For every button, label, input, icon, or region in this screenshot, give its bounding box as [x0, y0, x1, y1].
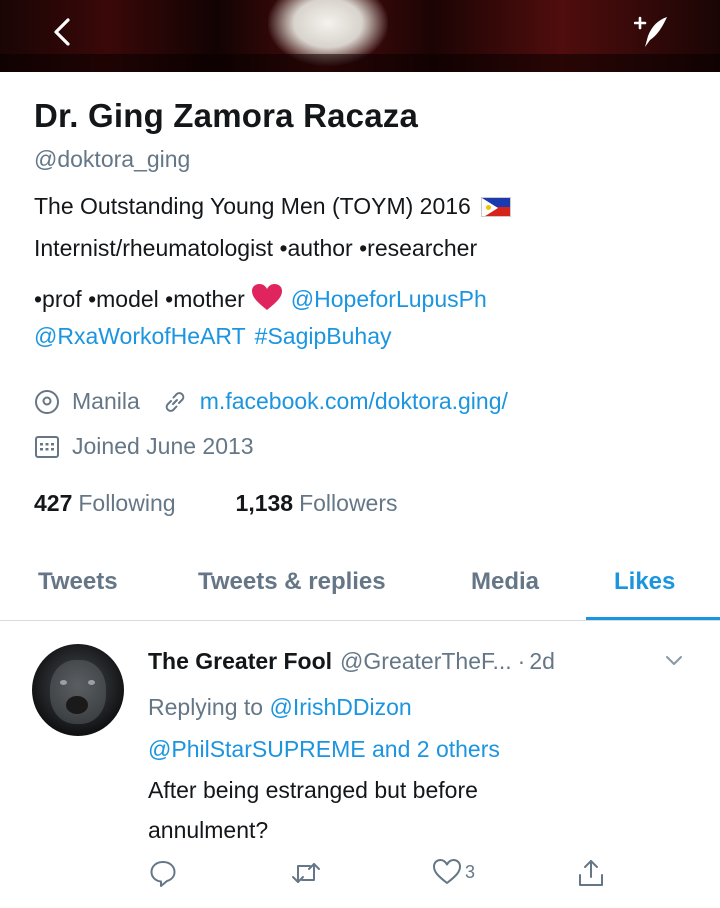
bio-line-3: •prof •model •mother @HopeforLupusPh [34, 283, 487, 315]
tab-likes[interactable]: Likes [614, 568, 675, 596]
divider [0, 620, 720, 621]
reply-icon [150, 861, 176, 887]
profile-joined-row: Joined June 2013 [34, 433, 254, 460]
bio-line-2: Internist/rheumatologist •author •resear… [34, 237, 477, 260]
avatar[interactable] [32, 644, 124, 736]
tweet-card[interactable]: The Greater Fool @GreaterTheF... · 2d Re… [0, 626, 720, 908]
tweet-author-handle[interactable]: @GreaterTheF... [340, 648, 512, 675]
reply-mention-link[interactable]: @PhilStarSUPREME [148, 736, 366, 762]
chevron-down-icon [666, 656, 682, 665]
back-button[interactable] [42, 12, 82, 52]
followers-stat[interactable]: 1,138 Followers [236, 490, 398, 517]
profile-website-link[interactable]: m.facebook.com/doktora.ging/ [200, 388, 508, 415]
bio-text: The Outstanding Young Men (TOYM) 2016 [34, 193, 471, 219]
share-icon [579, 860, 603, 886]
tweet-header: The Greater Fool @GreaterTheF... · 2d [148, 648, 555, 675]
chevron-left-icon [54, 18, 70, 46]
bio-mention-link[interactable]: @RxaWorkofHeART [34, 325, 246, 348]
profile-banner [0, 0, 720, 72]
reply-mention-link[interactable]: @IrishDDizon [269, 694, 411, 720]
reply-button[interactable] [148, 858, 178, 888]
replying-prefix: Replying to [148, 694, 264, 720]
like-count: 3 [465, 861, 476, 882]
tweet-text-line: After being estranged but before [148, 777, 478, 803]
red-heart-icon [251, 283, 283, 315]
bio-mention-link[interactable]: @HopeforLupusPh [291, 287, 487, 311]
tweet-menu-button[interactable] [665, 654, 683, 672]
bio-text: •prof •model •mother [34, 285, 245, 312]
tweet-author-name[interactable]: The Greater Fool [148, 648, 332, 675]
profile-tabs: Tweets Tweets & replies Media Likes [0, 555, 720, 625]
bio-hashtag-link[interactable]: #SagipBuhay [255, 325, 392, 348]
tweet-actions: 3 [0, 858, 720, 898]
followers-count: 1,138 [235, 490, 294, 516]
tweet-text: After being estranged but before annulme… [148, 770, 688, 850]
calendar-icon [34, 434, 60, 460]
banner-shade [0, 54, 720, 72]
bio-line-1: The Outstanding Young Men (TOYM) 2016 [34, 195, 511, 218]
replying-to: Replying to @IrishDDizon @PhilStarSUPREM… [148, 686, 500, 770]
tab-tweets[interactable]: Tweets [38, 568, 118, 596]
profile-handle: @doktora_ging [34, 146, 191, 172]
followers-label: Followers [299, 490, 398, 516]
retweet-button[interactable] [290, 858, 322, 888]
tweet-text-line: annulment? [148, 817, 269, 843]
profile-joined-date: Joined June 2013 [72, 433, 254, 459]
profile-stats: 427 Following 1,138 Followers [34, 490, 398, 517]
profile-location: Manila [72, 388, 140, 414]
compose-tweet-button[interactable] [630, 10, 674, 54]
compose-tweet-icon [634, 16, 667, 47]
share-button[interactable] [576, 858, 606, 888]
philippines-flag-icon [480, 196, 511, 217]
location-pin-icon [34, 389, 60, 415]
bio-line-4: @RxaWorkofHeART #SagipBuhay [34, 325, 392, 348]
bio-text: Internist/rheumatologist •author •resear… [34, 235, 478, 261]
reply-others-link[interactable]: and 2 others [372, 736, 500, 762]
like-button[interactable]: 3 [432, 858, 475, 886]
link-icon [162, 389, 188, 415]
following-count: 427 [34, 490, 73, 516]
tweet-timestamp: 2d [529, 648, 555, 674]
heart-icon [433, 859, 461, 884]
following-stat[interactable]: 427 Following [34, 490, 176, 517]
profile-meta-row: Manila m.facebook.com/doktora.ging/ [34, 388, 508, 415]
following-label: Following [78, 490, 176, 516]
tweet-separator: · [517, 648, 526, 674]
retweet-icon [292, 863, 320, 883]
tab-media[interactable]: Media [471, 568, 539, 596]
profile-display-name: Dr. Ging Zamora Racaza [34, 97, 419, 134]
tab-tweets-replies[interactable]: Tweets & replies [198, 568, 386, 596]
